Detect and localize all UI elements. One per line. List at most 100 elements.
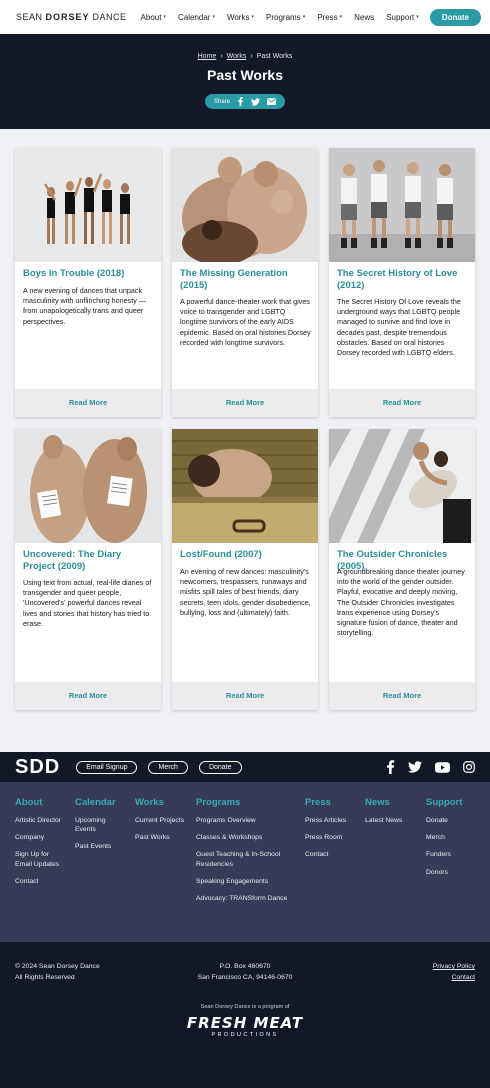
work-title[interactable]: The Missing Generation (2015) xyxy=(180,268,312,292)
footer-link[interactable]: Classes & Workshops xyxy=(196,833,296,842)
email-signup-button[interactable]: Email Signup xyxy=(76,760,138,774)
footer-col-press: Press Press Articles Press Room Contact xyxy=(305,797,360,868)
twitter-icon[interactable] xyxy=(251,97,260,106)
nav-item-label: News xyxy=(354,12,375,22)
nav-item-label: Works xyxy=(226,12,250,22)
work-title[interactable]: The Secret History of Love (2012) xyxy=(337,268,469,292)
footer-link[interactable]: Press Room xyxy=(305,833,360,842)
footer-link[interactable]: Contact xyxy=(15,877,65,886)
breadcrumb-current: Past Works xyxy=(256,53,293,60)
footer-link[interactable]: Donors xyxy=(426,868,476,877)
email-icon[interactable] xyxy=(267,98,276,105)
fresh-meat-logo[interactable]: FRESH MEAT PRODUCTIONS xyxy=(0,1014,490,1038)
footer-col-news: News Latest News xyxy=(365,797,415,833)
twitter-icon[interactable] xyxy=(408,761,422,773)
work-description: The Secret History Of Love reveals the u… xyxy=(337,297,461,358)
breadcrumb-works[interactable]: Works xyxy=(227,53,247,60)
breadcrumb-separator: › xyxy=(220,53,223,60)
chevron-down-icon: ▾ xyxy=(339,14,343,20)
youtube-icon[interactable] xyxy=(435,761,450,773)
work-card[interactable]: Lost/Found (2007) An evening of new danc… xyxy=(172,429,318,710)
footer-col-calendar: Calendar Upcoming Events Past Events xyxy=(75,797,125,860)
footer-link[interactable]: Guest Teaching & In-School Residencies xyxy=(196,850,296,868)
footer-col-support: Support Donate Merch Funders Donors xyxy=(426,797,476,885)
work-image-boys-in-trouble[interactable] xyxy=(15,148,161,262)
work-title[interactable]: Boys in Trouble (2018) xyxy=(23,268,155,280)
footer-donate-button[interactable]: Donate xyxy=(198,760,242,774)
work-card[interactable]: The Missing Generation (2015) A powerful… xyxy=(172,148,318,417)
work-card[interactable]: The Secret History of Love (2012) The Se… xyxy=(329,148,475,417)
read-more-button[interactable]: Read More xyxy=(15,389,161,417)
nav-item-programs[interactable]: Programs ▾ xyxy=(266,13,305,22)
rights-text: All Rights Reserved xyxy=(15,973,75,981)
footer-link[interactable]: Past Events xyxy=(75,842,125,851)
footer-logo[interactable]: SDD xyxy=(15,756,60,779)
nav-item-works[interactable]: Works ▾ xyxy=(227,13,254,22)
footer-link[interactable]: Advocacy: TRANSform Dance xyxy=(196,894,296,903)
share-label: Share xyxy=(213,98,230,105)
chevron-down-icon: ▾ xyxy=(416,14,419,20)
footer-heading[interactable]: Press xyxy=(305,797,360,808)
footer-link[interactable]: Programs Overview xyxy=(196,816,296,825)
footer-link[interactable]: Past Works xyxy=(135,833,185,842)
facebook-icon[interactable] xyxy=(386,760,395,774)
work-description: Using text from actual, real-life diarie… xyxy=(23,578,152,628)
read-more-button[interactable]: Read More xyxy=(329,682,475,710)
contact-link[interactable]: Contact xyxy=(452,974,475,981)
work-card[interactable]: The Outsider Chronicles (2005) A groundb… xyxy=(329,429,475,710)
donate-button[interactable]: Donate xyxy=(429,8,481,26)
footer-link[interactable]: Merch xyxy=(426,833,476,842)
share-bar: Share xyxy=(204,94,285,109)
facebook-icon[interactable] xyxy=(237,97,244,106)
chevron-down-icon: ▾ xyxy=(302,14,306,20)
footer-link[interactable]: Upcoming Events xyxy=(75,816,125,834)
work-description: A groundbreaking dance theater journey i… xyxy=(337,567,465,638)
read-more-button[interactable]: Read More xyxy=(172,682,318,710)
nav-item-calendar[interactable]: Calendar ▾ xyxy=(178,13,215,22)
read-more-button[interactable]: Read More xyxy=(329,389,475,417)
footer-links: About Artistic Director Company Sign Up … xyxy=(0,782,490,942)
work-image-uncovered[interactable] xyxy=(15,429,161,543)
nav-item-press[interactable]: Press ▾ xyxy=(317,13,342,22)
work-image-outsider-chronicles[interactable] xyxy=(329,429,475,543)
footer-link[interactable]: Current Projects xyxy=(135,816,185,825)
footer-link[interactable]: Contact xyxy=(305,850,360,859)
work-image-lost-found[interactable] xyxy=(172,429,318,543)
footer-heading[interactable]: Programs xyxy=(196,797,296,808)
instagram-icon[interactable] xyxy=(463,761,475,773)
work-card[interactable]: Boys in Trouble (2018) A new evening of … xyxy=(15,148,161,417)
read-more-button[interactable]: Read More xyxy=(172,389,318,417)
footer-heading[interactable]: Support xyxy=(426,797,476,808)
site-logo[interactable]: SEAN DORSEY DANCE xyxy=(16,12,127,22)
read-more-button[interactable]: Read More xyxy=(15,682,161,710)
copyright-text: © 2024 Sean Dorsey Dance xyxy=(15,963,100,970)
footer-link[interactable]: Artistic Director xyxy=(15,816,65,825)
footer-link[interactable]: Latest News xyxy=(365,816,415,825)
footer-link[interactable]: Donate xyxy=(426,816,476,825)
footer-heading[interactable]: Works xyxy=(135,797,185,808)
work-card[interactable]: Uncovered: The Diary Project (2009) Usin… xyxy=(15,429,161,710)
breadcrumb-home[interactable]: Home xyxy=(198,53,217,60)
privacy-policy-link[interactable]: Privacy Policy xyxy=(433,963,475,970)
nav-item-support[interactable]: Support ▾ xyxy=(386,13,419,22)
work-title[interactable]: Lost/Found (2007) xyxy=(180,549,312,561)
work-title[interactable]: Uncovered: The Diary Project (2009) xyxy=(23,549,155,573)
footer-link[interactable]: Company xyxy=(15,833,65,842)
nav-item-label: About xyxy=(140,12,162,22)
work-image-secret-history[interactable] xyxy=(329,148,475,262)
nav-item-about[interactable]: About ▾ xyxy=(141,13,166,22)
nav-item-news[interactable]: News xyxy=(354,13,374,22)
breadcrumb-separator: › xyxy=(250,53,253,60)
program-note: Sean Dorsey Dance is a program of xyxy=(200,1004,290,1010)
footer-heading[interactable]: Calendar xyxy=(75,797,125,808)
work-image-missing-generation[interactable] xyxy=(172,148,318,262)
merch-button[interactable]: Merch xyxy=(148,760,188,774)
footer-link[interactable]: Speaking Engagements xyxy=(196,877,296,886)
footer-heading[interactable]: News xyxy=(365,797,415,808)
top-nav: SEAN DORSEY DANCE About ▾ Calendar ▾ Works ▾ P… xyxy=(0,0,490,34)
footer-heading[interactable]: About xyxy=(15,797,65,808)
footer-col-about: About Artistic Director Company Sign Up … xyxy=(15,797,65,894)
footer-link[interactable]: Funders xyxy=(426,850,476,859)
footer-link[interactable]: Press Articles xyxy=(305,816,360,825)
footer-link[interactable]: Sign Up for Email Updates xyxy=(15,850,65,868)
